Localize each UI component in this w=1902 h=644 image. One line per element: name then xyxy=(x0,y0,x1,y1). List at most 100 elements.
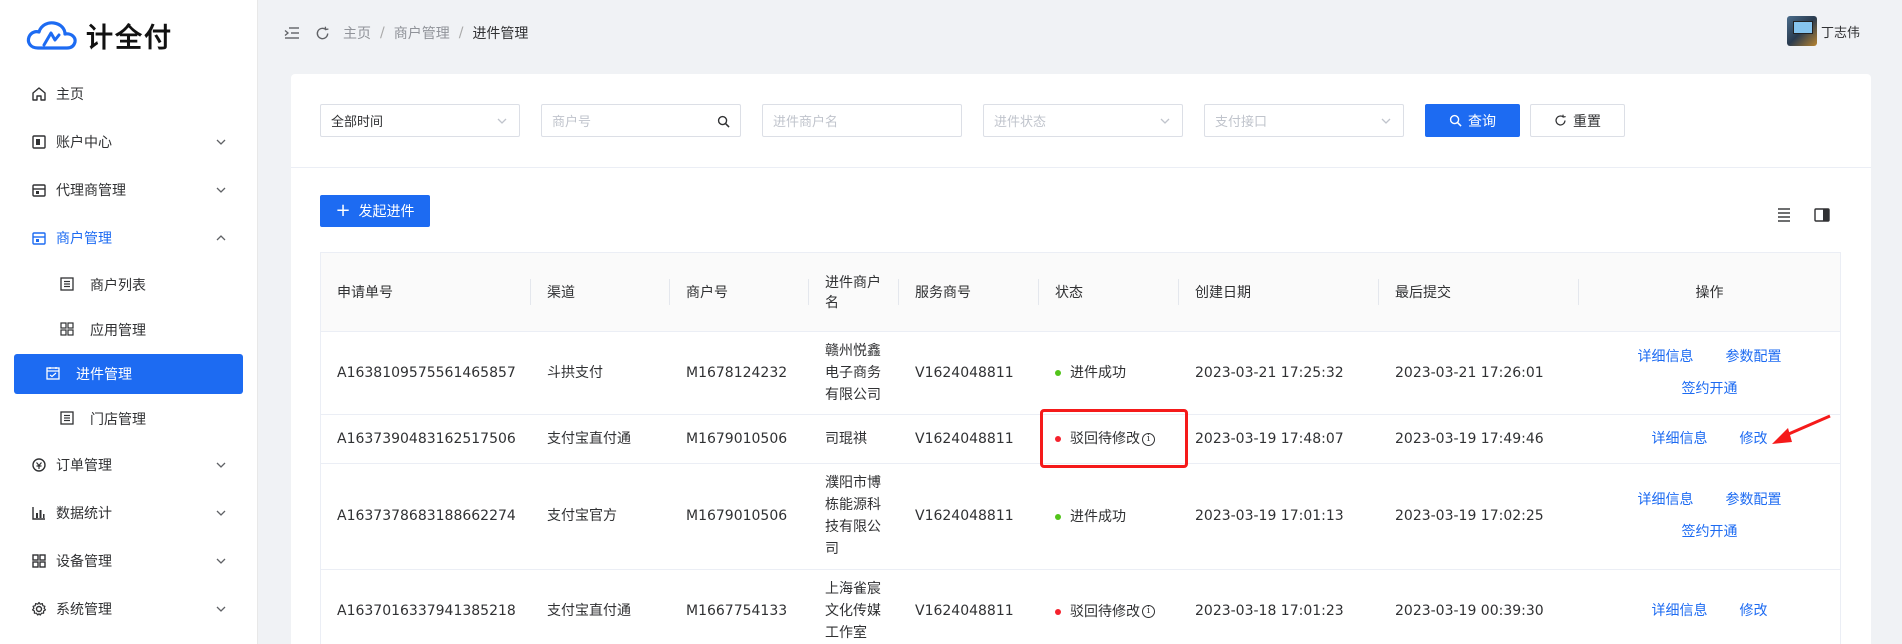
user-menu[interactable]: 丁志伟 xyxy=(1786,16,1860,46)
menu-fold-icon[interactable] xyxy=(283,24,301,42)
sidebar-item-label: 商户管理 xyxy=(56,231,112,247)
query-button[interactable]: 查询 xyxy=(1425,104,1520,137)
header-channel: 渠道 xyxy=(531,253,670,332)
sidebar-subitem-merchant-list[interactable]: 商户列表 xyxy=(14,262,243,307)
cell-merchant-name: 上海雀宸文化传媒工作室 xyxy=(809,569,899,644)
table-tools xyxy=(1755,206,1831,224)
sidebar-item-label: 设备管理 xyxy=(56,554,112,570)
status-text: 驳回待修改 xyxy=(1070,603,1140,620)
cell-status: 驳回待修改 i xyxy=(1039,414,1179,464)
sidebar-subitem-app-management[interactable]: 应用管理 xyxy=(14,307,243,352)
filter-bar: 全部时间 商户号 进件商户名 进件状态 支付接口 查询 重置 xyxy=(291,74,1871,168)
status-placeholder: 进件状态 xyxy=(994,115,1047,130)
sidebar-item-agent-management[interactable]: 代理商管理 xyxy=(0,166,257,214)
header-last-submit: 最后提交 xyxy=(1379,253,1579,332)
breadcrumb-merchant-management[interactable]: 商户管理 xyxy=(394,23,450,43)
cell-actions: 详细信息 修改 xyxy=(1579,569,1840,644)
table-row: A1637016337941385218 支付宝直付通 M1667754133 … xyxy=(321,569,1840,644)
account-icon xyxy=(30,133,48,151)
edit-link[interactable]: 修改 xyxy=(1740,600,1768,622)
avatar[interactable] xyxy=(1786,16,1817,46)
sidebar-item-account-center[interactable]: 账户中心 xyxy=(0,118,257,166)
cell-application-no: A1637016337941385218 xyxy=(321,569,531,644)
cell-merchant-no: M1679010506 xyxy=(670,414,809,464)
chevron-down-icon xyxy=(215,507,227,519)
breadcrumb-current: 进件管理 xyxy=(472,26,529,42)
onboarding-status-select[interactable]: 进件状态 xyxy=(983,104,1183,137)
sidebar-item-system-management[interactable]: 系统管理 xyxy=(0,585,257,633)
status-text: 驳回待修改 xyxy=(1070,431,1140,447)
add-onboarding-button[interactable]: + 发起进件 xyxy=(320,195,430,227)
merchant-name-input[interactable]: 进件商户名 xyxy=(762,104,962,137)
sidebar-item-data-statistics[interactable]: 数据统计 xyxy=(0,489,257,537)
param-config-link[interactable]: 参数配置 xyxy=(1726,489,1782,511)
details-link[interactable]: 详细信息 xyxy=(1652,600,1708,622)
cell-created: 2023-03-19 17:48:07 xyxy=(1179,414,1379,464)
details-link[interactable]: 详细信息 xyxy=(1638,489,1694,511)
breadcrumb-separator: / xyxy=(458,25,464,41)
sign-activate-link[interactable]: 签约开通 xyxy=(1682,378,1738,400)
sidebar-subitem-label: 门店管理 xyxy=(90,411,146,428)
sidebar-item-device-management[interactable]: 设备管理 xyxy=(0,537,257,585)
status-dot xyxy=(1055,436,1061,442)
status-dot xyxy=(1055,370,1061,376)
user-name[interactable]: 丁志伟 xyxy=(1821,22,1860,41)
reset-button[interactable]: 重置 xyxy=(1530,104,1625,137)
sidebar-item-merchant-management[interactable]: 商户管理 xyxy=(0,214,257,262)
sidebar-item-label: 系统管理 xyxy=(56,602,112,618)
refresh-icon[interactable] xyxy=(313,24,331,42)
cell-status: 驳回待修改 i xyxy=(1039,569,1179,644)
details-link[interactable]: 详细信息 xyxy=(1638,346,1694,368)
chevron-down-icon xyxy=(215,603,227,615)
logo-text: 计全付 xyxy=(86,22,173,54)
param-config-link[interactable]: 参数配置 xyxy=(1726,346,1782,368)
main-card: 全部时间 商户号 进件商户名 进件状态 支付接口 查询 重置 + 发起进件 申请… xyxy=(291,74,1871,644)
sidebar-subitem-onboarding-management[interactable]: 进件管理 xyxy=(14,354,243,394)
cell-merchant-no: M1678124232 xyxy=(670,331,809,415)
time-range-select[interactable]: 全部时间 xyxy=(320,104,520,137)
cell-merchant-name: 司琨祺 xyxy=(809,414,899,464)
chevron-down-icon xyxy=(215,555,227,567)
header-merchant-no: 商户号 xyxy=(670,253,809,332)
header-status: 状态 xyxy=(1039,253,1179,332)
pay-interface-select[interactable]: 支付接口 xyxy=(1204,104,1404,137)
merchant-no-input[interactable]: 商户号 xyxy=(541,104,741,137)
info-icon[interactable]: i xyxy=(1142,432,1155,446)
search-icon xyxy=(1449,114,1462,127)
sign-activate-link[interactable]: 签约开通 xyxy=(1682,521,1738,543)
sidebar-item-order-management[interactable]: 订单管理 xyxy=(0,441,257,489)
agent-icon xyxy=(30,181,48,199)
header-actions: 操作 xyxy=(1579,253,1840,332)
sidebar-subitem-store-management[interactable]: 门店管理 xyxy=(14,396,243,441)
table-header-row: 申请单号 渠道 商户号 进件商户名 服务商号 状态 创建日期 最后提交 操作 xyxy=(321,253,1840,332)
apps-grid-icon xyxy=(60,321,76,338)
merchant-name-placeholder: 进件商户名 xyxy=(773,115,839,130)
edit-link[interactable]: 修改 xyxy=(1740,428,1768,450)
merchant-no-placeholder: 商户号 xyxy=(552,115,592,130)
cell-application-no: A1638109575561465857 xyxy=(321,331,531,415)
logo: 计全付 xyxy=(0,0,257,70)
chevron-up-icon xyxy=(215,232,227,244)
cell-created: 2023-03-18 17:01:23 xyxy=(1179,569,1379,644)
chevron-down-icon xyxy=(495,114,509,128)
chevron-down-icon xyxy=(215,459,227,471)
breadcrumb-home[interactable]: 主页 xyxy=(343,23,371,43)
plus-icon: + xyxy=(335,200,351,221)
details-link[interactable]: 详细信息 xyxy=(1652,428,1708,450)
chevron-down-icon xyxy=(1158,114,1172,128)
store-icon xyxy=(30,229,48,247)
cell-provider-no: V1624048811 xyxy=(899,331,1039,415)
search-icon[interactable] xyxy=(716,114,730,128)
header-application-no: 申请单号 xyxy=(321,253,531,332)
info-icon[interactable]: i xyxy=(1142,605,1155,618)
density-icon[interactable] xyxy=(1775,206,1793,224)
calendar-icon xyxy=(46,366,62,382)
chevron-down-icon xyxy=(215,184,227,196)
onboarding-table: 申请单号 渠道 商户号 进件商户名 服务商号 状态 创建日期 最后提交 操作 A… xyxy=(320,252,1841,644)
column-settings-icon[interactable] xyxy=(1813,206,1831,224)
sidebar-item-home[interactable]: 主页 xyxy=(0,70,257,118)
status-text: 进件成功 xyxy=(1070,508,1126,525)
chevron-down-icon xyxy=(215,136,227,148)
cell-last-submit: 2023-03-19 17:02:25 xyxy=(1379,463,1579,570)
reset-label: 重置 xyxy=(1573,113,1601,130)
